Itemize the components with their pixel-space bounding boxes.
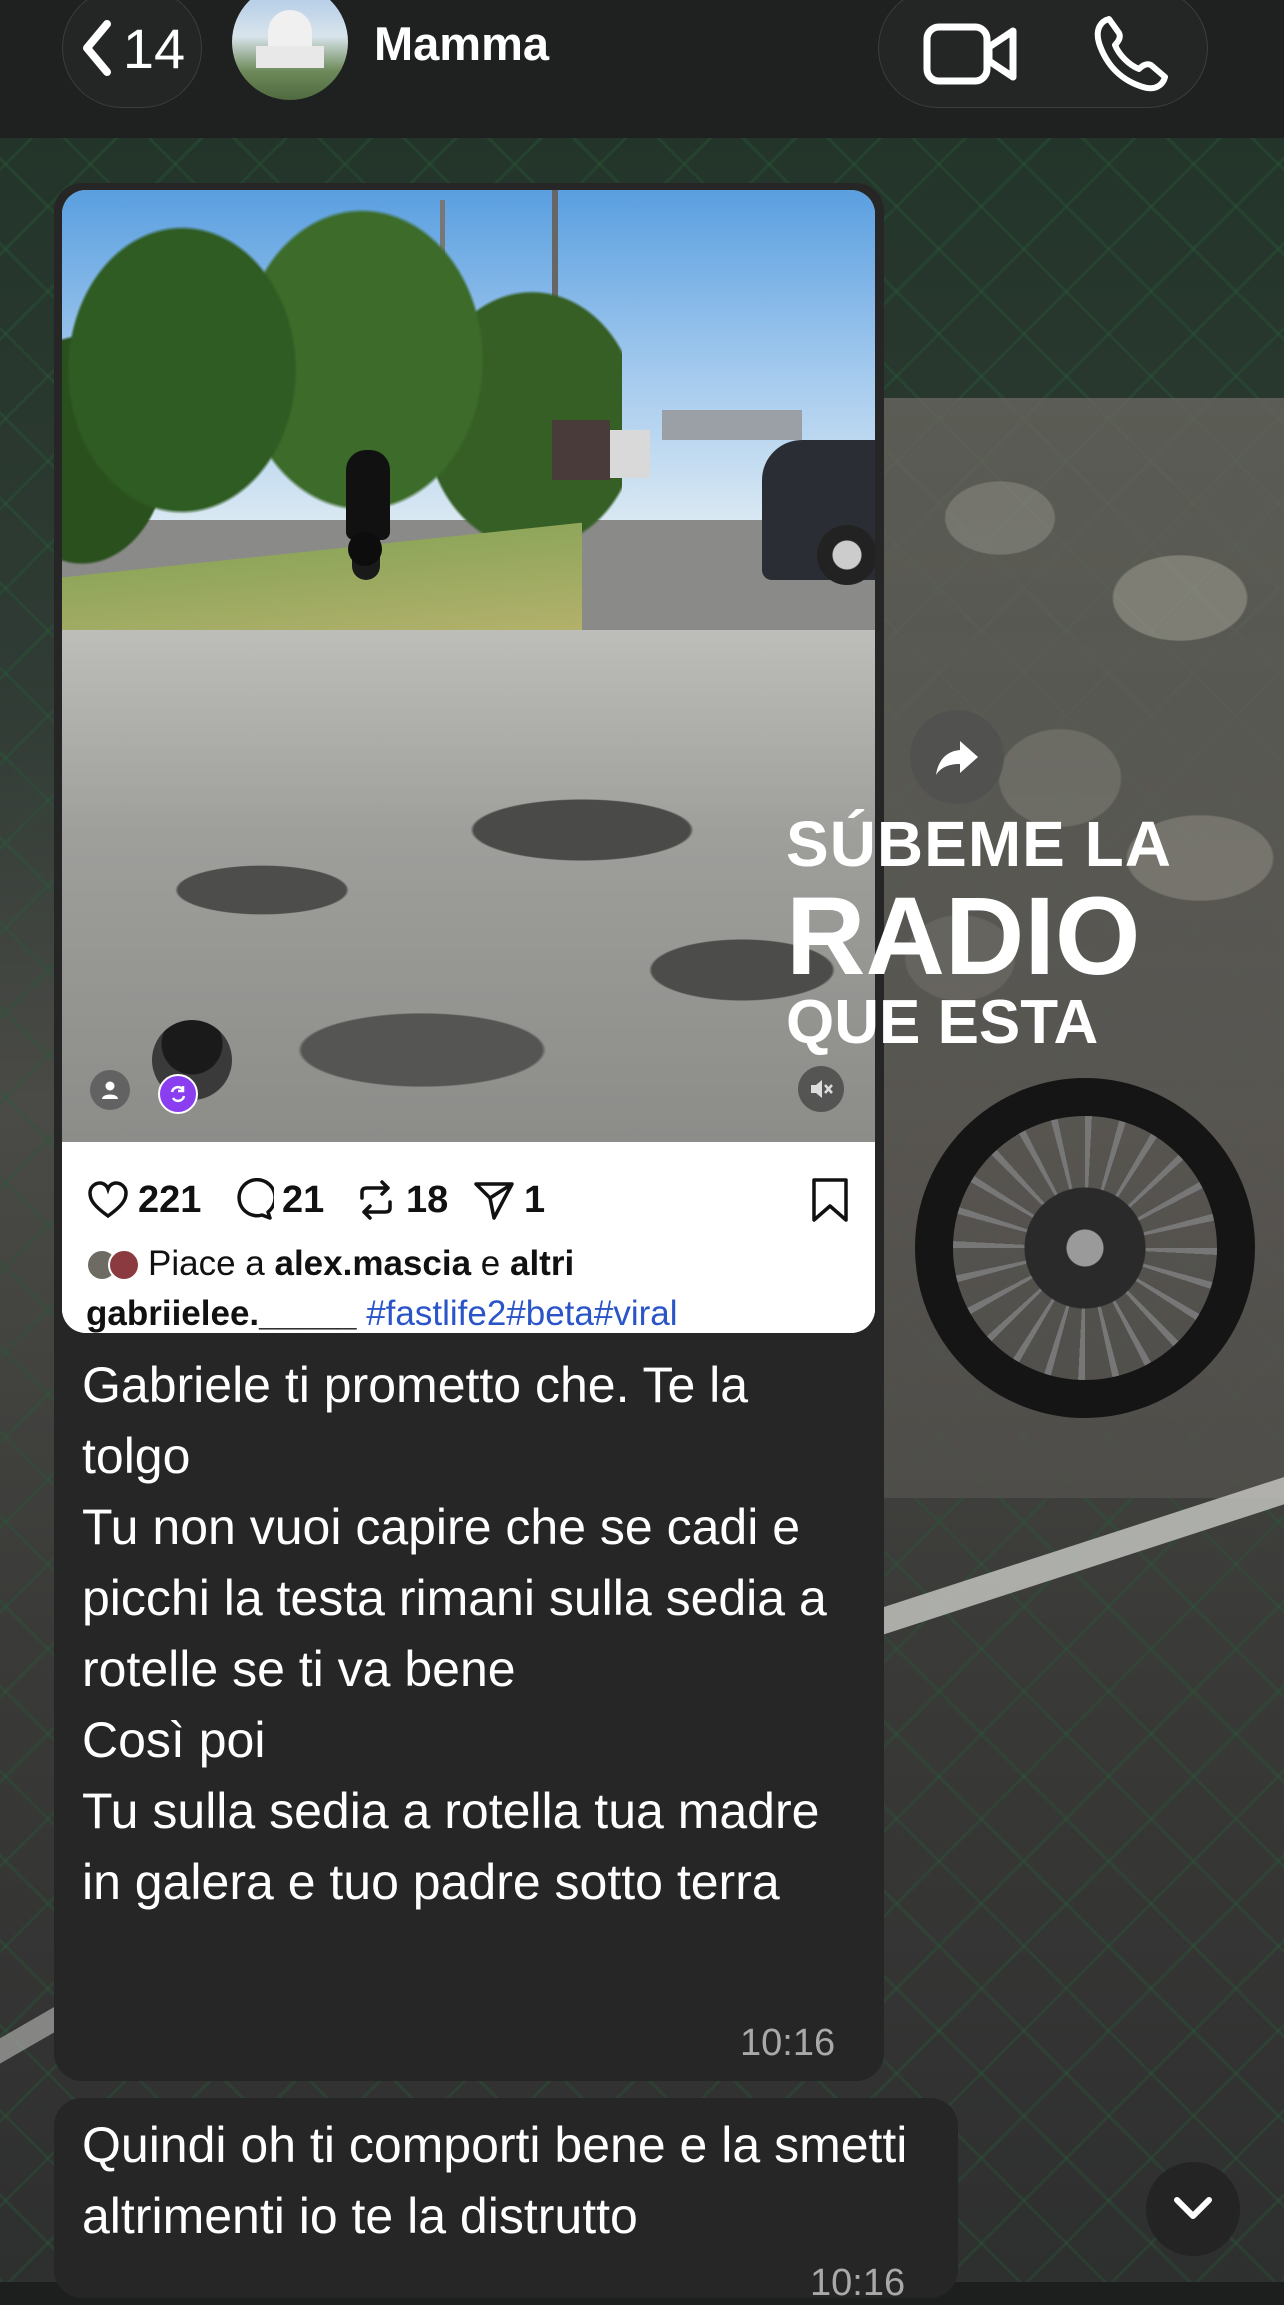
post-video[interactable] — [62, 190, 875, 1142]
caption-hashtags[interactable]: #fastlife2#beta#viral — [356, 1294, 677, 1333]
post-caption: gabriielee._____ #fastlife2#beta#viral — [86, 1294, 678, 1333]
post-actions-bar: 221 21 18 1 Piace a alex.mascia e altri … — [62, 1142, 875, 1333]
repost-stat[interactable]: 18 — [354, 1178, 448, 1222]
comment-stat[interactable]: 21 — [230, 1178, 324, 1222]
repost-icon — [158, 1074, 198, 1114]
message-text: Quindi oh ti comporti bene e la smetti a… — [82, 2117, 922, 2244]
overlay-line-1: SÚBEME LA — [786, 808, 1172, 880]
video-call-icon[interactable] — [923, 19, 1019, 89]
unread-count: 14 — [122, 16, 186, 80]
reel-overlay-text: SÚBEME LA RADIO QUE ESTA — [786, 812, 1172, 1054]
forward-button[interactable] — [910, 710, 1004, 804]
user-icon[interactable] — [90, 1070, 130, 1110]
bookmark-icon[interactable] — [808, 1176, 852, 1224]
contact-avatar[interactable] — [232, 0, 348, 100]
liked-by-prefix: Piace a — [148, 1244, 265, 1283]
comment-count: 21 — [282, 1178, 325, 1221]
scroll-to-bottom-button[interactable] — [1146, 2162, 1240, 2256]
liked-by-avatars — [86, 1247, 144, 1281]
overlay-line-3: QUE ESTA — [786, 988, 1099, 1057]
liked-by-mid: e — [480, 1244, 501, 1283]
chevron-down-icon — [1174, 2197, 1212, 2219]
send-icon — [474, 1182, 514, 1220]
contact-name[interactable]: Mamma — [374, 16, 549, 71]
message-text: Gabriele ti prometto che. Te la tolgo Tu… — [82, 1357, 827, 1910]
heart-icon — [88, 1181, 128, 1219]
phone-icon[interactable] — [1091, 13, 1171, 93]
share-stat[interactable]: 1 — [472, 1178, 545, 1222]
chat-header: 14 Mamma — [0, 0, 1284, 138]
call-actions — [878, 0, 1208, 108]
like-stat[interactable]: 221 — [86, 1178, 201, 1222]
like-count: 221 — [138, 1178, 202, 1221]
liked-by-others[interactable]: altri — [510, 1244, 574, 1284]
repost-count: 18 — [406, 1178, 449, 1221]
message-timestamp: 10:16 — [740, 2022, 836, 2064]
liked-by-user[interactable]: alex.mascia — [274, 1244, 471, 1284]
muted-audio-icon[interactable] — [798, 1066, 844, 1112]
repost-icon — [360, 1180, 392, 1220]
liked-by-line[interactable]: Piace a alex.mascia e altri — [86, 1244, 574, 1284]
share-count: 1 — [524, 1178, 546, 1221]
back-button[interactable]: 14 — [62, 0, 202, 108]
shared-instagram-post[interactable]: 221 21 18 1 Piace a alex.mascia e altri … — [62, 190, 875, 1333]
caption-username[interactable]: gabriielee._____ — [86, 1294, 356, 1333]
message-timestamp: 10:16 — [810, 2262, 906, 2304]
overlay-line-2: RADIO — [786, 875, 1141, 998]
forward-arrow-icon — [936, 741, 978, 775]
wallpaper-motorcycle-wheel — [915, 1078, 1255, 1418]
chevron-left-icon — [82, 20, 111, 76]
comment-icon — [237, 1178, 274, 1220]
